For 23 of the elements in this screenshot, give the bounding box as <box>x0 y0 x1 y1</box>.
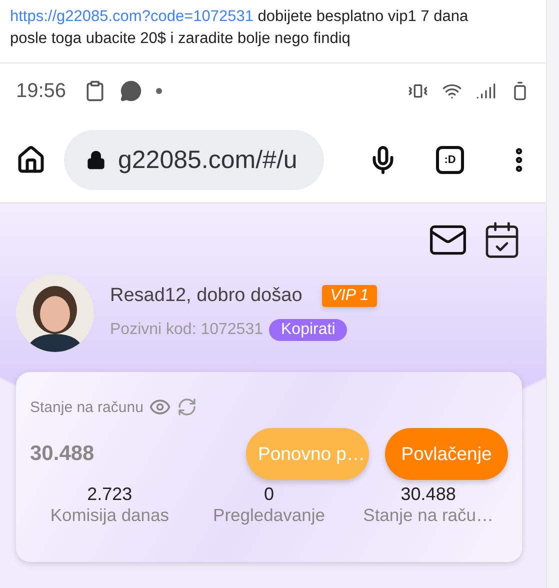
invite-code-text: Pozivni kod: 1072531 <box>110 321 263 339</box>
home-icon[interactable] <box>16 145 46 175</box>
tab-switcher-button[interactable]: :D <box>436 146 464 174</box>
stat-label: Pregledavanje <box>213 505 325 526</box>
messenger-icon <box>120 80 142 102</box>
clipboard-icon <box>84 80 106 102</box>
greeting-text: Resad12, dobro došao <box>110 285 302 307</box>
stat-label: Stanje na raču… <box>363 505 494 526</box>
stat-value: 2.723 <box>87 484 132 505</box>
notification-dot-icon <box>156 88 162 94</box>
address-bar[interactable]: g22085.com/#/u <box>64 130 324 190</box>
lock-icon <box>86 150 106 170</box>
stat-value: 30.488 <box>400 484 456 505</box>
vip-badge: VIP 1 <box>322 285 377 307</box>
withdraw-button[interactable]: Povlačenje <box>385 428 508 480</box>
stat-value: 0 <box>264 484 274 505</box>
signal-icon <box>476 81 496 101</box>
balance-amount: 30.488 <box>30 442 96 466</box>
status-time: 19:56 <box>16 80 66 102</box>
copy-button[interactable]: Kopirati <box>269 319 348 341</box>
referral-link[interactable]: https://g22085.com?code=1072531 <box>10 8 254 25</box>
stat-label: Komisija danas <box>50 505 169 526</box>
balance-label: Stanje na računu <box>30 398 144 416</box>
